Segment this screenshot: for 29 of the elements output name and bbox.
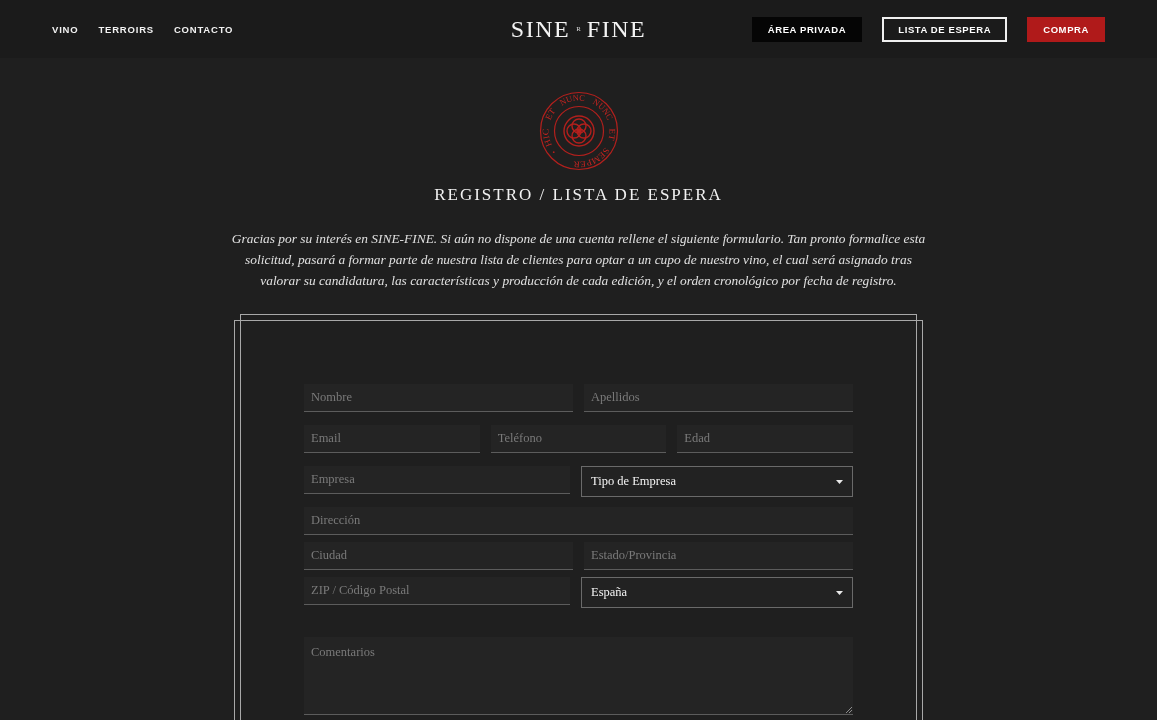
logo-text: FINE [586,17,647,41]
nav-link[interactable]: TERROIRS [98,23,154,35]
logo-text: SINE [510,17,571,41]
seal-text: ET [542,106,557,122]
text-field[interactable]: Ciudad [304,542,573,570]
header-button[interactable]: ÁREA PRIVADA [751,16,863,42]
text-field[interactable]: ZIP / Código Postal [304,577,570,605]
text-field[interactable]: Apellidos [584,384,853,412]
select-field[interactable]: Tipo de Empresa [581,466,853,497]
nav-link[interactable]: VINO [52,23,79,35]
header-button[interactable]: LISTA DE ESPERA [882,16,1008,42]
page-title: REGISTRO / LISTA DE ESPERA [434,184,723,206]
resize-grip-icon[interactable] [846,707,852,713]
caret-icon [836,590,843,595]
text-field[interactable]: Edad [677,425,853,453]
text-field[interactable]: Estado/Provincia [584,542,853,570]
seal-text: NUNC [557,92,586,108]
seal-text: ET [606,128,617,141]
text-field[interactable]: Nombre [304,384,573,412]
text-field[interactable]: Empresa [304,466,570,494]
intro-text: Gracias por su interés en SINE-FINE. Si aún no dispone de una cuenta rellene el siguiente formulario. Tan pronto formalice esta solicitud, pasará a formar parte de nuestra lista de clientes para optar a un cupo de nuestro vino, el cual será asignado tras valorar su candidatura, las características y producción de cada edición, y el orden cronológico por fecha de registro. [230,230,927,290]
nav-link[interactable]: CONTACTO [173,23,234,35]
comments-field[interactable]: Comentarios [304,637,853,715]
text-field[interactable]: Teléfono [490,425,667,453]
caret-icon [836,479,843,484]
text-field[interactable]: Dirección [304,507,853,535]
select-field[interactable]: España [581,577,853,608]
text-field[interactable]: Email [304,425,480,453]
header-button[interactable]: COMPRA [1027,16,1105,42]
